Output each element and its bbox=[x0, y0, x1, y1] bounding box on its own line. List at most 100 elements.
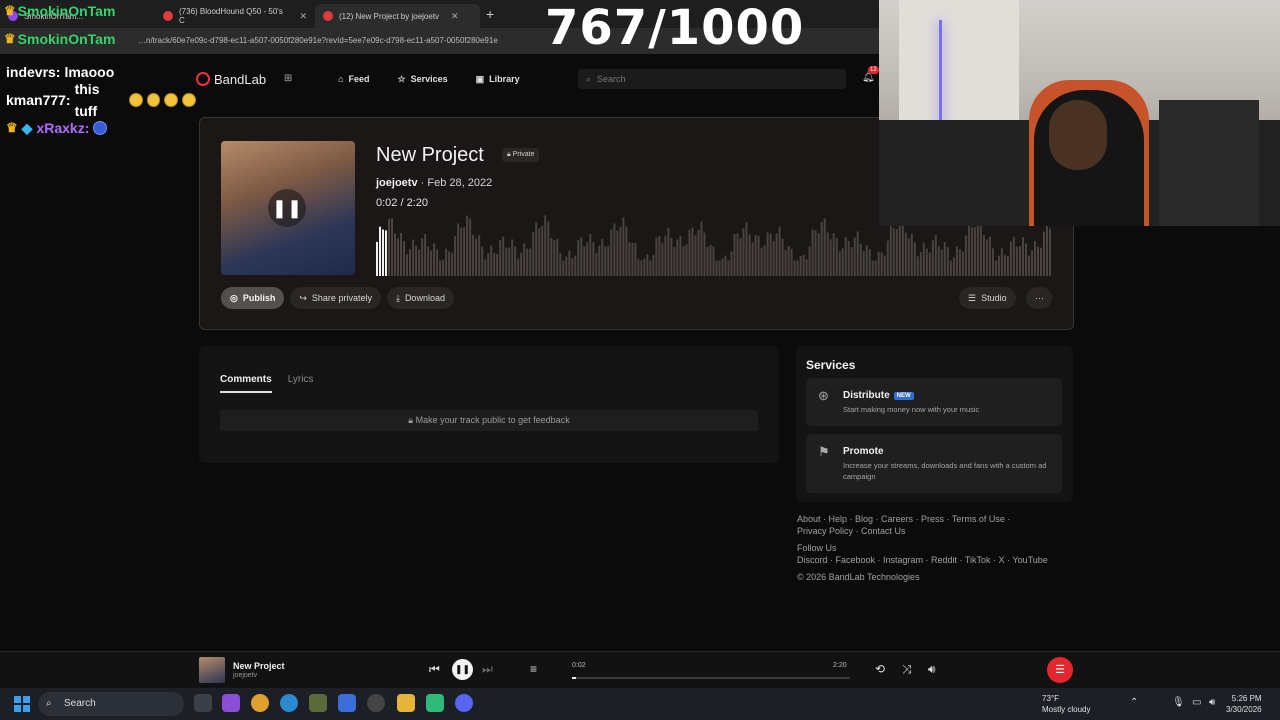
service-promote[interactable]: ⚑ Promote Increase your streams, downloa… bbox=[806, 434, 1062, 493]
player-title[interactable]: New Project bbox=[233, 661, 285, 671]
megaphone-icon: ⚑ bbox=[818, 444, 830, 459]
waveform-bar bbox=[799, 256, 802, 276]
nav-library[interactable]: ▣ Library bbox=[476, 74, 520, 85]
nav-feed[interactable]: ⌂ Feed bbox=[338, 74, 369, 84]
browser-tab-active[interactable]: (12) New Project by joejoetv ✕ bbox=[315, 4, 480, 28]
repeat-icon[interactable]: ⟲ bbox=[875, 662, 885, 676]
download-button[interactable]: ⤓ Download bbox=[386, 287, 454, 309]
edge-icon[interactable] bbox=[280, 694, 298, 712]
microphone-icon[interactable]: 🎙︎ bbox=[1172, 697, 1185, 708]
more-options-button[interactable]: ··· bbox=[1026, 287, 1052, 309]
waveform-bar bbox=[568, 250, 571, 276]
apps-grid-icon[interactable]: ⊞ bbox=[280, 71, 296, 87]
chat-text: this tuff bbox=[74, 81, 100, 119]
artist-link[interactable]: joejoetv bbox=[376, 177, 418, 189]
waveform-bar bbox=[856, 231, 859, 276]
waveform-bar bbox=[421, 238, 424, 276]
studio-button[interactable]: ☰ Studio bbox=[959, 287, 1016, 309]
waveform-bar bbox=[511, 239, 514, 276]
waveform-bar bbox=[454, 236, 457, 276]
footer-links[interactable]: About · Help · Blog · Careers · Press · … bbox=[797, 513, 1079, 525]
waveform-bar bbox=[544, 215, 547, 276]
previous-icon[interactable]: ⏮︎ bbox=[429, 662, 440, 677]
waveform-bar bbox=[790, 248, 793, 276]
waveform-bar bbox=[928, 252, 931, 276]
chrome-icon[interactable] bbox=[251, 694, 269, 712]
taskbar-search[interactable]: ⌕ Search bbox=[38, 692, 184, 716]
social-links[interactable]: Discord · Facebook · Instagram · Reddit … bbox=[797, 554, 1079, 566]
track-meta: joejoetv · Feb 28, 2022 bbox=[376, 177, 492, 189]
weather-widget[interactable]: 73°F Mostly cloudy bbox=[1042, 693, 1090, 715]
file-explorer-icon[interactable] bbox=[397, 694, 415, 712]
bandlab-logo[interactable]: BandLab bbox=[196, 72, 266, 87]
pause-icon[interactable]: ❚❚ bbox=[268, 189, 306, 227]
network-icon[interactable]: ▭ bbox=[1192, 697, 1201, 708]
url-field[interactable]: …n/track/60e7e09c-d798-ec11-a507-0050f28… bbox=[138, 33, 498, 49]
waveform-bar bbox=[1049, 228, 1051, 276]
close-icon[interactable]: ✕ bbox=[299, 11, 307, 22]
waveform-bar bbox=[1009, 241, 1012, 276]
waveform-bar bbox=[406, 254, 408, 276]
app-icon[interactable] bbox=[309, 694, 327, 712]
waveform-bar bbox=[646, 254, 649, 276]
player-bar: New Project joejoetv ⏮︎ ❚❚ ⏭︎ ≡ 0:02 2:2… bbox=[0, 651, 1280, 688]
chat-user: kman777: bbox=[6, 92, 71, 108]
new-tab-button[interactable]: + bbox=[486, 6, 494, 22]
tab-lyrics[interactable]: Lyrics bbox=[288, 374, 314, 393]
service-distribute[interactable]: ⊛ Distribute NEW Start making money now … bbox=[806, 378, 1062, 426]
next-icon[interactable]: ⏭︎ bbox=[482, 662, 493, 677]
track-actions: ◎ Publish ↪ Share privately ⤓ Download bbox=[221, 287, 454, 309]
waveform-bar bbox=[661, 242, 664, 276]
waveform-bar bbox=[457, 223, 460, 276]
chevron-up-icon[interactable]: ⌃ bbox=[1130, 697, 1138, 708]
search-input[interactable]: ⌕ Search bbox=[578, 69, 846, 89]
shuffle-icon[interactable]: ⤨ bbox=[902, 662, 912, 677]
tab-comments[interactable]: Comments bbox=[220, 374, 272, 393]
waveform-bar bbox=[463, 227, 466, 276]
waveform-bar bbox=[994, 260, 997, 276]
visibility-label: Private bbox=[512, 151, 535, 158]
queue-icon[interactable]: ≡ bbox=[530, 662, 537, 676]
close-icon[interactable]: ✕ bbox=[451, 11, 459, 22]
volume-icon[interactable]: 🔊︎ bbox=[928, 662, 936, 677]
button-label: Publish bbox=[242, 293, 276, 303]
footer-links[interactable]: Privacy Policy · Contact Us bbox=[797, 525, 1079, 537]
nav-services[interactable]: ☆ Services bbox=[398, 74, 448, 85]
player-cover[interactable] bbox=[199, 657, 225, 683]
waveform-bar bbox=[472, 234, 475, 276]
player-progress[interactable] bbox=[572, 677, 850, 679]
browser-tab[interactable]: (736) BloodHound Q50 - 50's C ✕ bbox=[155, 4, 315, 28]
pause-button[interactable]: ❚❚ bbox=[452, 659, 473, 680]
tab-label: (736) BloodHound Q50 - 50's C bbox=[179, 7, 283, 25]
publish-button[interactable]: ◎ Publish bbox=[221, 287, 285, 309]
waveform-bar bbox=[808, 246, 811, 276]
crown-icon: ♛ bbox=[6, 120, 18, 135]
settings-icon[interactable] bbox=[367, 694, 385, 712]
track-cover[interactable]: ❚❚ bbox=[221, 141, 355, 275]
copilot-icon[interactable] bbox=[222, 694, 240, 712]
discord-icon[interactable] bbox=[455, 694, 473, 712]
waveform-bar bbox=[973, 227, 976, 276]
waveform-bar bbox=[412, 239, 415, 276]
system-clock[interactable]: 5:26 PM 3/30/2026 bbox=[1226, 693, 1262, 715]
total-time: 2:20 bbox=[833, 662, 847, 669]
waveform-bar bbox=[427, 246, 430, 276]
waveform-bar bbox=[556, 238, 559, 276]
notification-badge: 12 bbox=[868, 66, 879, 74]
distribute-icon: ⊛ bbox=[818, 388, 829, 403]
laugh-emoji-icon bbox=[128, 93, 143, 107]
task-view-icon[interactable] bbox=[194, 694, 212, 712]
volume-icon[interactable]: 🔊︎ bbox=[1209, 697, 1215, 708]
share-privately-button[interactable]: ↪ Share privately bbox=[290, 287, 381, 309]
menu-icon[interactable]: ☰ bbox=[1047, 657, 1073, 683]
windows-start-icon[interactable] bbox=[14, 696, 30, 712]
player-artist[interactable]: joejoetv bbox=[233, 672, 257, 679]
search-icon: ⌕ bbox=[586, 73, 592, 84]
store-icon[interactable] bbox=[338, 694, 356, 712]
streamer-name-text: SmokinOnTam bbox=[17, 31, 116, 47]
waveform-bar bbox=[703, 232, 706, 276]
waveform-bar bbox=[496, 253, 499, 276]
weather-temp: 73°F bbox=[1042, 694, 1059, 703]
spotify-icon[interactable] bbox=[426, 694, 444, 712]
waveform-bar bbox=[883, 255, 886, 276]
